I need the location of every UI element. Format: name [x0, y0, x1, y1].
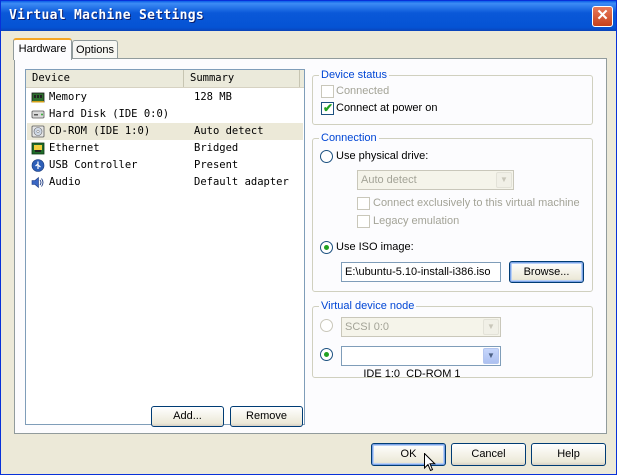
- scsi-node-radio[interactable]: [320, 319, 333, 332]
- dialog-client: Hardware Options Device Summary Memory 1…: [4, 31, 613, 473]
- device-row-usb[interactable]: USB Controller Present: [27, 157, 303, 174]
- column-header-summary[interactable]: Summary: [184, 70, 300, 87]
- connect-exclusively-checkbox[interactable]: [357, 197, 370, 210]
- physical-drive-combo[interactable]: Auto detect ▼: [357, 170, 514, 190]
- scsi-node-value: SCSI 0:0: [345, 321, 390, 333]
- use-physical-drive-label: Use physical drive:: [336, 150, 429, 162]
- title-bar[interactable]: Virtual Machine Settings ✕: [1, 1, 616, 31]
- remove-button-label: Remove: [246, 410, 287, 422]
- browse-button-label: Browse...: [523, 266, 570, 278]
- tab-hardware-label: Hardware: [18, 43, 67, 55]
- virtual-device-node-title: Virtual device node: [319, 299, 417, 313]
- add-button[interactable]: Add...: [151, 406, 224, 427]
- device-list[interactable]: Device Summary Memory 128 MB Hard Disk (…: [25, 69, 305, 425]
- help-button-label: Help: [557, 448, 580, 460]
- ide-node-combo[interactable]: IDE 1:0 CD-ROM 1 ▼: [341, 346, 501, 380]
- column-header-device-label: Device: [32, 72, 70, 84]
- ethernet-icon: [31, 142, 45, 155]
- ide-node-value: IDE 1:0 CD-ROM 1: [363, 368, 461, 380]
- legacy-emulation-label: Legacy emulation: [373, 215, 460, 227]
- usb-icon: [31, 159, 45, 172]
- column-header-device[interactable]: Device: [26, 70, 184, 87]
- device-status-title: Device status: [319, 68, 390, 82]
- device-summary: Default adapter: [194, 176, 289, 188]
- cdrom-icon: [31, 125, 45, 138]
- iso-path-value: E:\ubuntu-5.10-install-i386.iso: [345, 266, 491, 278]
- connected-label: Connected: [336, 85, 390, 97]
- radio-selected-dot: [324, 352, 329, 357]
- hard-disk-icon: [31, 110, 45, 119]
- iso-path-input[interactable]: E:\ubuntu-5.10-install-i386.iso: [341, 262, 501, 282]
- close-button[interactable]: ✕: [592, 6, 613, 27]
- mouse-cursor-icon: [424, 453, 436, 472]
- device-name: Ethernet: [49, 142, 100, 154]
- close-icon: ✕: [596, 7, 609, 24]
- device-list-header: Device Summary: [26, 70, 304, 88]
- device-row-cdrom[interactable]: CD-ROM (IDE 1:0) Auto detect: [27, 123, 303, 140]
- device-row-ethernet[interactable]: Ethernet Bridged: [27, 140, 303, 157]
- help-button[interactable]: Help: [531, 443, 606, 466]
- tab-options[interactable]: Options: [72, 40, 118, 60]
- device-name: Memory: [49, 91, 87, 103]
- cancel-button[interactable]: Cancel: [451, 443, 526, 466]
- chevron-down-icon: ▼: [483, 348, 499, 364]
- device-row-hard-disk[interactable]: Hard Disk (IDE 0:0): [27, 106, 303, 123]
- remove-button[interactable]: Remove: [230, 406, 303, 427]
- physical-drive-value: Auto detect: [361, 174, 417, 186]
- ide-node-radio[interactable]: [320, 348, 333, 361]
- device-summary: Bridged: [194, 142, 239, 154]
- device-name: Hard Disk (IDE 0:0): [49, 108, 170, 120]
- legacy-emulation-checkbox[interactable]: [357, 215, 370, 228]
- use-iso-image-label: Use ISO image:: [336, 241, 414, 253]
- scsi-node-combo[interactable]: SCSI 0:0 ▼: [341, 317, 501, 337]
- connected-checkbox[interactable]: [321, 85, 334, 98]
- device-name: USB Controller: [49, 159, 138, 171]
- connect-at-power-on-checkbox[interactable]: ✔: [321, 101, 334, 115]
- dialog-window: Virtual Machine Settings ✕ Hardware Opti…: [0, 0, 617, 475]
- tab-hardware[interactable]: Hardware: [13, 38, 72, 60]
- chevron-down-icon: ▼: [483, 319, 499, 335]
- device-summary: 128 MB: [194, 91, 232, 103]
- use-iso-image-radio[interactable]: [320, 241, 333, 254]
- column-header-summary-label: Summary: [190, 72, 235, 84]
- ok-button-label: OK: [400, 448, 417, 460]
- device-name: Audio: [49, 176, 81, 188]
- device-status-group: Device status: [312, 68, 593, 125]
- connect-at-power-on-label: Connect at power on: [336, 102, 438, 114]
- connect-exclusively-label: Connect exclusively to this virtual mach…: [373, 197, 580, 209]
- cancel-button-label: Cancel: [471, 448, 506, 460]
- checkmark-icon: ✔: [323, 101, 334, 115]
- device-summary: Auto detect: [194, 125, 264, 137]
- use-physical-drive-radio[interactable]: [320, 150, 333, 163]
- browse-button[interactable]: Browse...: [509, 261, 584, 283]
- memory-icon: [31, 92, 45, 103]
- device-row-audio[interactable]: Audio Default adapter: [27, 174, 303, 191]
- window-title: Virtual Machine Settings: [9, 8, 205, 23]
- device-row-memory[interactable]: Memory 128 MB: [27, 89, 303, 106]
- device-name: CD-ROM (IDE 1:0): [49, 125, 151, 137]
- add-button-label: Add...: [173, 410, 202, 422]
- radio-selected-dot: [324, 245, 329, 250]
- audio-icon: [31, 176, 44, 189]
- tab-options-label: Options: [76, 44, 114, 56]
- connection-title: Connection: [319, 131, 379, 145]
- chevron-down-icon: ▼: [496, 172, 512, 188]
- device-summary: Present: [194, 159, 239, 171]
